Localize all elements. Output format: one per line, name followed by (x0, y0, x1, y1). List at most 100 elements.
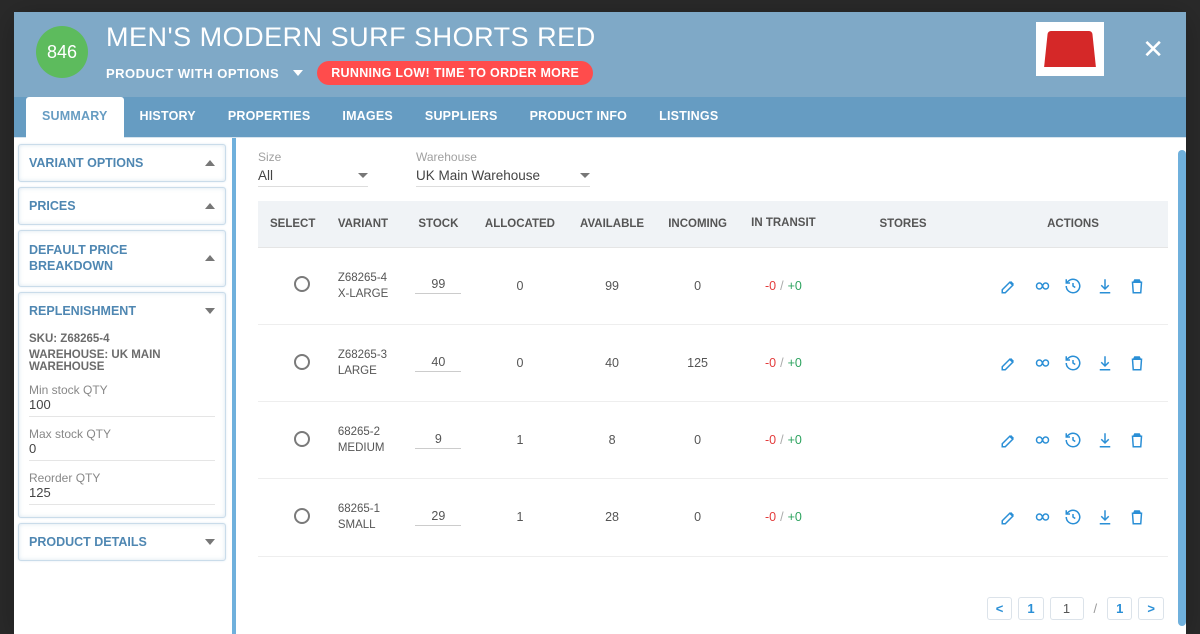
min-stock-label: Min stock QTY (29, 383, 215, 397)
infinity-icon[interactable] (1032, 277, 1050, 295)
edit-icon[interactable] (1000, 277, 1018, 295)
row-select-radio[interactable] (294, 354, 310, 370)
stock-input[interactable]: 40 (415, 355, 461, 372)
history-icon[interactable] (1064, 277, 1082, 295)
min-stock-input[interactable]: 100 (29, 397, 215, 417)
select-value: UK Main Warehouse (416, 168, 540, 183)
tab-suppliers[interactable]: SUPPLIERS (409, 97, 514, 137)
edit-icon[interactable] (1000, 508, 1018, 526)
history-icon[interactable] (1064, 431, 1082, 449)
col-in-transit: IN TRANSIT (739, 201, 828, 247)
trash-icon[interactable] (1128, 431, 1146, 449)
max-stock-input[interactable]: 0 (29, 441, 215, 461)
modal-header: 846 MEN'S MODERN SURF SHORTS RED PRODUCT… (14, 12, 1186, 85)
edit-icon[interactable] (1000, 354, 1018, 372)
row-actions (984, 431, 1162, 449)
col-stores: STORES (828, 201, 978, 247)
edit-icon[interactable] (1000, 431, 1018, 449)
filter-warehouse-select[interactable]: UK Main Warehouse (416, 166, 590, 187)
filter-size-select[interactable]: All (258, 166, 368, 187)
row-actions (984, 508, 1162, 526)
panel-default-price[interactable]: DEFAULT PRICE BREAKDOWN (19, 231, 225, 286)
available-value: 8 (568, 402, 657, 479)
allocated-value: 1 (472, 402, 568, 479)
pagination: < 1 / 1 > (258, 589, 1168, 628)
download-icon[interactable] (1096, 508, 1114, 526)
row-actions (984, 354, 1162, 372)
infinity-icon[interactable] (1032, 354, 1050, 372)
panel-variant-options[interactable]: VARIANT OPTIONS (19, 145, 225, 181)
tab-product-info[interactable]: PRODUCT INFO (514, 97, 644, 137)
dropdown-icon (358, 173, 368, 178)
in-transit-value: -0/+0 (739, 402, 828, 479)
chevron-up-icon (205, 160, 215, 166)
panel-label: DEFAULT PRICE BREAKDOWN (29, 242, 159, 275)
col-stock: STOCK (405, 201, 473, 247)
chevron-up-icon (205, 255, 215, 261)
variant-sku: 68265-2 (338, 424, 399, 440)
download-icon[interactable] (1096, 277, 1114, 295)
stock-input[interactable]: 29 (415, 509, 461, 526)
row-select-radio[interactable] (294, 276, 310, 292)
variant-sku: Z68265-4 (338, 270, 399, 286)
panel-prices[interactable]: PRICES (19, 188, 225, 224)
tab-properties[interactable]: PROPERTIES (212, 97, 327, 137)
download-icon[interactable] (1096, 354, 1114, 372)
allocated-value: 1 (472, 479, 568, 556)
panel-product-details[interactable]: PRODUCT DETAILS (19, 524, 225, 560)
tab-summary[interactable]: SUMMARY (26, 97, 124, 138)
table-row: Z68265-3LARGE 40 0 40 125 -0/+0 (258, 324, 1168, 401)
infinity-icon[interactable] (1032, 508, 1050, 526)
pager-page-1[interactable]: 1 (1018, 597, 1043, 620)
chevron-down-icon (205, 539, 215, 545)
history-icon[interactable] (1064, 508, 1082, 526)
chevron-up-icon (205, 203, 215, 209)
variant-name: LARGE (338, 363, 399, 379)
pager-prev[interactable]: < (987, 597, 1013, 620)
stores-value (828, 324, 978, 401)
in-transit-value: -0/+0 (739, 479, 828, 556)
row-select-radio[interactable] (294, 431, 310, 447)
pager-next[interactable]: > (1138, 597, 1164, 620)
in-transit-value: -0/+0 (739, 324, 828, 401)
row-select-radio[interactable] (294, 508, 310, 524)
sku-label: SKU: Z68265-4 (29, 333, 215, 345)
product-id-badge: 846 (36, 26, 88, 78)
col-allocated: ALLOCATED (472, 201, 568, 247)
available-value: 99 (568, 247, 657, 324)
allocated-value: 0 (472, 324, 568, 401)
panel-label: PRODUCT DETAILS (29, 535, 147, 549)
tab-history[interactable]: HISTORY (124, 97, 212, 137)
main-content: Size All Warehouse UK Main Warehouse SEL… (232, 138, 1186, 634)
history-icon[interactable] (1064, 354, 1082, 372)
tab-listings[interactable]: LISTINGS (643, 97, 734, 137)
filter-size-label: Size (258, 150, 368, 164)
stock-input[interactable]: 9 (415, 432, 461, 449)
close-icon[interactable]: ✕ (1142, 36, 1164, 62)
product-type-label: PRODUCT WITH OPTIONS (106, 66, 279, 81)
col-variant: VARIANT (332, 201, 405, 247)
pager-input[interactable] (1050, 597, 1084, 620)
stock-alert-pill: RUNNING LOW! TIME TO ORDER MORE (317, 61, 593, 85)
tab-bar: SUMMARY HISTORY PROPERTIES IMAGES SUPPLI… (14, 97, 1186, 138)
panel-replenishment[interactable]: REPLENISHMENT (19, 293, 225, 329)
variant-name: MEDIUM (338, 440, 399, 456)
col-actions: ACTIONS (978, 201, 1168, 247)
reorder-input[interactable]: 125 (29, 485, 215, 505)
col-available: AVAILABLE (568, 201, 657, 247)
stores-value (828, 402, 978, 479)
panel-label: REPLENISHMENT (29, 304, 136, 318)
stores-value (828, 479, 978, 556)
infinity-icon[interactable] (1032, 431, 1050, 449)
chevron-down-icon (205, 308, 215, 314)
trash-icon[interactable] (1128, 508, 1146, 526)
trash-icon[interactable] (1128, 277, 1146, 295)
chevron-down-icon[interactable] (293, 70, 303, 76)
dropdown-icon (580, 173, 590, 178)
tab-images[interactable]: IMAGES (326, 97, 409, 137)
scrollbar[interactable] (1178, 150, 1186, 626)
table-row: 68265-1SMALL 29 1 28 0 -0/+0 (258, 479, 1168, 556)
trash-icon[interactable] (1128, 354, 1146, 372)
download-icon[interactable] (1096, 431, 1114, 449)
stock-input[interactable]: 99 (415, 277, 461, 294)
